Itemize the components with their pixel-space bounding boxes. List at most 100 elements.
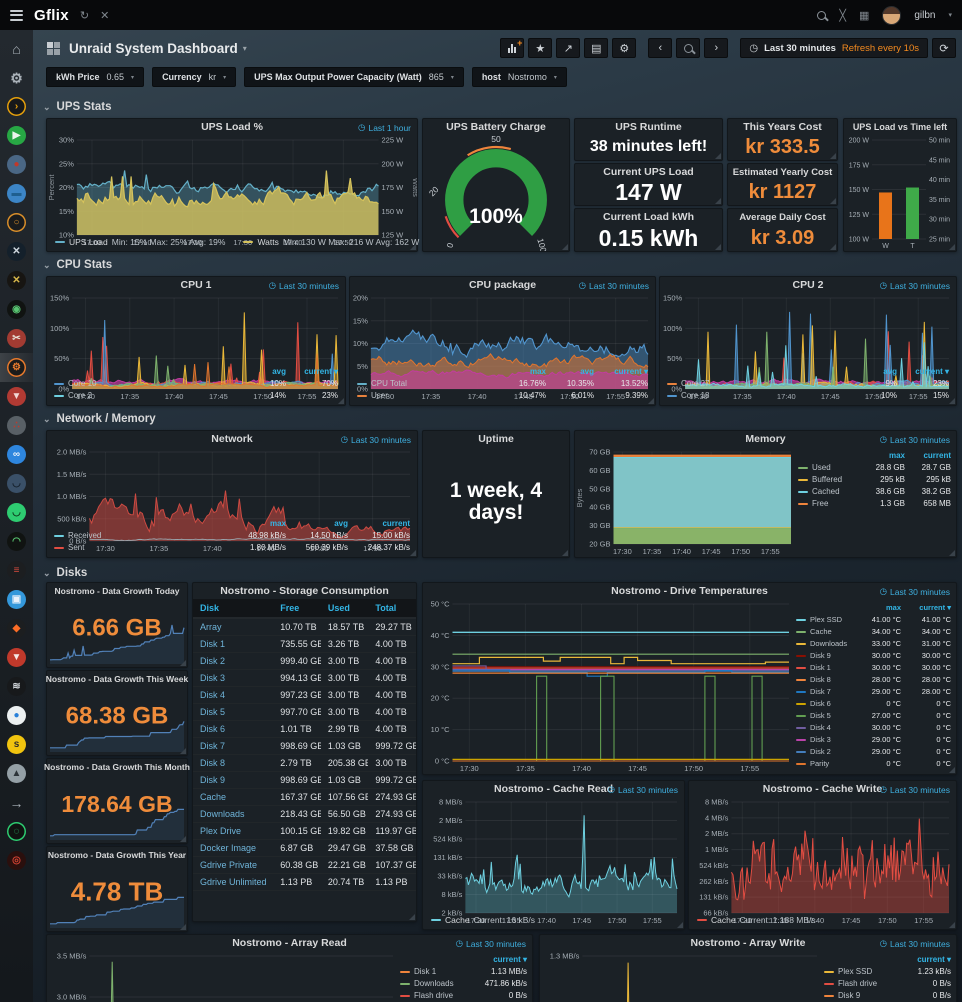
legend-item[interactable]: Cached — [798, 486, 859, 498]
sidebar-item-app-droplet[interactable]: ● — [0, 701, 33, 730]
legend-item[interactable]: Disk 8 — [796, 674, 853, 686]
panel-title[interactable]: UPS Load vs Time left — [853, 122, 947, 132]
panel-time-range[interactable]: ◷Last 1 hour — [358, 122, 411, 133]
username[interactable]: gilbn — [914, 10, 935, 21]
table-row[interactable]: Gdrive Unlimited1.13 PB20.74 TB1.13 PB — [193, 874, 416, 891]
chart-array-read[interactable]: 2.5 MB/s3.0 MB/s3.5 MB/s — [47, 951, 400, 1002]
legend-column-header[interactable]: max — [857, 602, 901, 614]
legend-column-header[interactable]: max — [502, 366, 546, 378]
table-column-header[interactable]: Disk — [193, 599, 273, 618]
panel-title[interactable]: Nostromo - Array Write — [691, 937, 806, 949]
sidebar-item-app-red-down[interactable]: ▼ — [0, 643, 33, 672]
legend-column-header[interactable]: current ▾ — [290, 366, 338, 378]
legend-item[interactable]: Disk 9 — [824, 990, 887, 1002]
panel-title[interactable]: Current Load kWh — [603, 211, 694, 223]
share-button[interactable]: ↗ — [556, 38, 580, 58]
table-row[interactable]: Cache167.37 GB107.56 GB274.93 GB — [193, 789, 416, 806]
panel-title[interactable]: CPU 1 — [181, 279, 212, 291]
table-row[interactable]: Disk 4997.23 GB3.00 TB4.00 TB — [193, 687, 416, 704]
legend-column-header[interactable]: current ▾ — [467, 954, 527, 966]
chart-ups-load[interactable]: 10%15%20%25%30%125 W150 W175 W200 W225 W… — [47, 135, 417, 237]
legend-item[interactable]: Flash drive — [824, 978, 887, 990]
variable-currency[interactable]: Currencykr▾ — [152, 67, 236, 87]
user-caret-icon[interactable]: ▾ — [948, 11, 952, 19]
sidebar-item-app-green-ring[interactable]: ◌ — [0, 817, 33, 846]
table-row[interactable]: Disk 3994.13 GB3.00 TB4.00 TB — [193, 670, 416, 687]
legend-item[interactable]: Disk 5 — [796, 710, 853, 722]
legend-item[interactable]: Cache — [796, 626, 853, 638]
sidebar-item-app-jackett[interactable]: ○ — [0, 208, 33, 237]
sidebar-item-app-green-u[interactable]: ◡ — [0, 498, 33, 527]
panel-time-range[interactable]: ◷Last 30 minutes — [269, 280, 339, 291]
legend-item[interactable]: Disk 1 — [796, 662, 853, 674]
panel-time-range[interactable]: ◷Last 30 minutes — [880, 784, 950, 795]
panel-title[interactable]: Estimated Yearly Cost — [733, 167, 833, 178]
legend-item[interactable]: Core 18 — [667, 390, 853, 402]
panel-title[interactable]: CPU package — [469, 279, 536, 291]
sidebar-item-app-navy[interactable]: ◡ — [0, 469, 33, 498]
close-icon[interactable]: ✕ — [100, 9, 109, 22]
sidebar-item-app-x-yellow[interactable]: ✕ — [0, 266, 33, 295]
panel-time-range[interactable]: ◷Last 30 minutes — [579, 280, 649, 291]
legend-column-header[interactable]: avg — [550, 366, 594, 378]
panel-title[interactable]: Nostromo - Storage Consumption — [220, 585, 389, 597]
chart-drive-temperatures[interactable]: 0 °C10 °C20 °C30 °C40 °C50 °C17:3017:351… — [423, 599, 796, 774]
sidebar-item-app-x-blue[interactable]: ✕ — [0, 237, 33, 266]
legend-column-header[interactable]: avg — [290, 518, 348, 530]
legend-column-header[interactable]: current ▾ — [901, 366, 949, 378]
sidebar-item-app-blue-red[interactable]: ● — [0, 150, 33, 179]
variable-kwh-price[interactable]: kWh Price0.65▾ — [46, 67, 144, 87]
chart-network[interactable]: 0 B/s500 kB/s1.0 MB/s1.5 MB/s2.0 MB/s17:… — [47, 447, 417, 518]
zoom-out-button[interactable] — [676, 38, 700, 58]
legend-item[interactable]: Parity — [796, 758, 853, 770]
add-panel-button[interactable]: + — [500, 38, 524, 58]
sidebar-item-settings[interactable]: ⚙ — [0, 63, 33, 92]
sidebar-item-app-gitlab[interactable]: ◆ — [0, 614, 33, 643]
sidebar-item-app-shield-red[interactable]: ▼ — [0, 382, 33, 411]
grid-icon[interactable]: ▦ — [859, 9, 869, 22]
panel-title[interactable]: UPS Runtime — [615, 121, 682, 133]
sidebar-item-app-lazy[interactable]: ≋ — [0, 672, 33, 701]
sidebar-item-app-red-ring[interactable]: ◎ — [0, 846, 33, 875]
sidebar-item-app-plex[interactable]: › — [0, 92, 33, 121]
refresh-button[interactable]: ⟳ — [932, 38, 956, 58]
sidebar-item-app-blue[interactable]: ▬ — [0, 179, 33, 208]
panel-title[interactable]: Nostromo - Array Read — [232, 937, 347, 949]
legend-item[interactable]: Disk 1 — [400, 966, 463, 978]
legend-item[interactable]: Buffered — [798, 474, 859, 486]
sidebar-item-app-sab[interactable]: s — [0, 730, 33, 759]
legend-item[interactable]: Core 27 — [667, 378, 853, 390]
legend-item[interactable]: Disk 4 — [796, 722, 853, 734]
panel-title[interactable]: Network — [211, 433, 252, 445]
legend-column-header[interactable]: current — [352, 518, 410, 530]
legend-item[interactable]: Flash drive — [400, 990, 463, 1002]
legend-item[interactable]: Sent — [54, 542, 228, 554]
chart-cpu-package[interactable]: 0%5%10%15%20%17:3017:3517:4017:4517:5017… — [350, 293, 655, 366]
chart-ups-load-vs-time[interactable]: 100 W125 W150 W175 W200 W25 min30 min35 … — [844, 135, 956, 251]
chart-cache-write[interactable]: 66 kB/s131 kB/s262 kB/s524 kB/s1 MB/s2 M… — [689, 797, 956, 915]
time-back-button[interactable]: ‹ — [648, 38, 672, 58]
table-row[interactable]: Gdrive Private60.38 GB22.21 GB107.37 GB — [193, 857, 416, 874]
table-column-header[interactable]: Total — [368, 599, 416, 618]
chart-memory[interactable]: 20 GB30 GB40 GB50 GB60 GB70 GB17:3017:35… — [575, 447, 798, 557]
chart-cpu-1[interactable]: 0%50%100%150%17:3017:3517:4017:4517:5017… — [47, 293, 345, 366]
dashboard-title[interactable]: Unraid System Dashboard — [69, 41, 238, 56]
panel-title[interactable]: This Years Cost — [743, 121, 822, 133]
legend-column-header[interactable]: avg — [857, 366, 897, 378]
legend-item[interactable]: Received — [54, 530, 228, 542]
table-row[interactable]: Disk 82.79 TB205.38 GB3.00 TB — [193, 755, 416, 772]
settings-button[interactable]: ⚙ — [612, 38, 636, 58]
legend-item[interactable]: User — [357, 390, 498, 402]
save-button[interactable]: ▤ — [584, 38, 608, 58]
panel-title[interactable]: UPS Battery Charge — [446, 121, 546, 133]
table-row[interactable]: Disk 5997.70 GB3.00 TB4.00 TB — [193, 704, 416, 721]
legend-item[interactable]: WattsMin: 130 W Max: 216 W Avg: 162 W — [243, 237, 419, 247]
app-brand[interactable]: Gflix — [34, 7, 69, 24]
legend-column-header[interactable]: current ▾ — [891, 954, 951, 966]
menu-icon[interactable] — [10, 10, 23, 21]
avatar[interactable] — [882, 6, 901, 25]
table-row[interactable]: Downloads218.43 GB56.50 GB274.93 GB — [193, 806, 416, 823]
sidebar-item-app-grey-dots[interactable]: ∴ — [0, 411, 33, 440]
legend-item[interactable]: Disk 6 — [796, 698, 853, 710]
gauge-ups-battery[interactable]: 02050100100% — [423, 135, 569, 251]
